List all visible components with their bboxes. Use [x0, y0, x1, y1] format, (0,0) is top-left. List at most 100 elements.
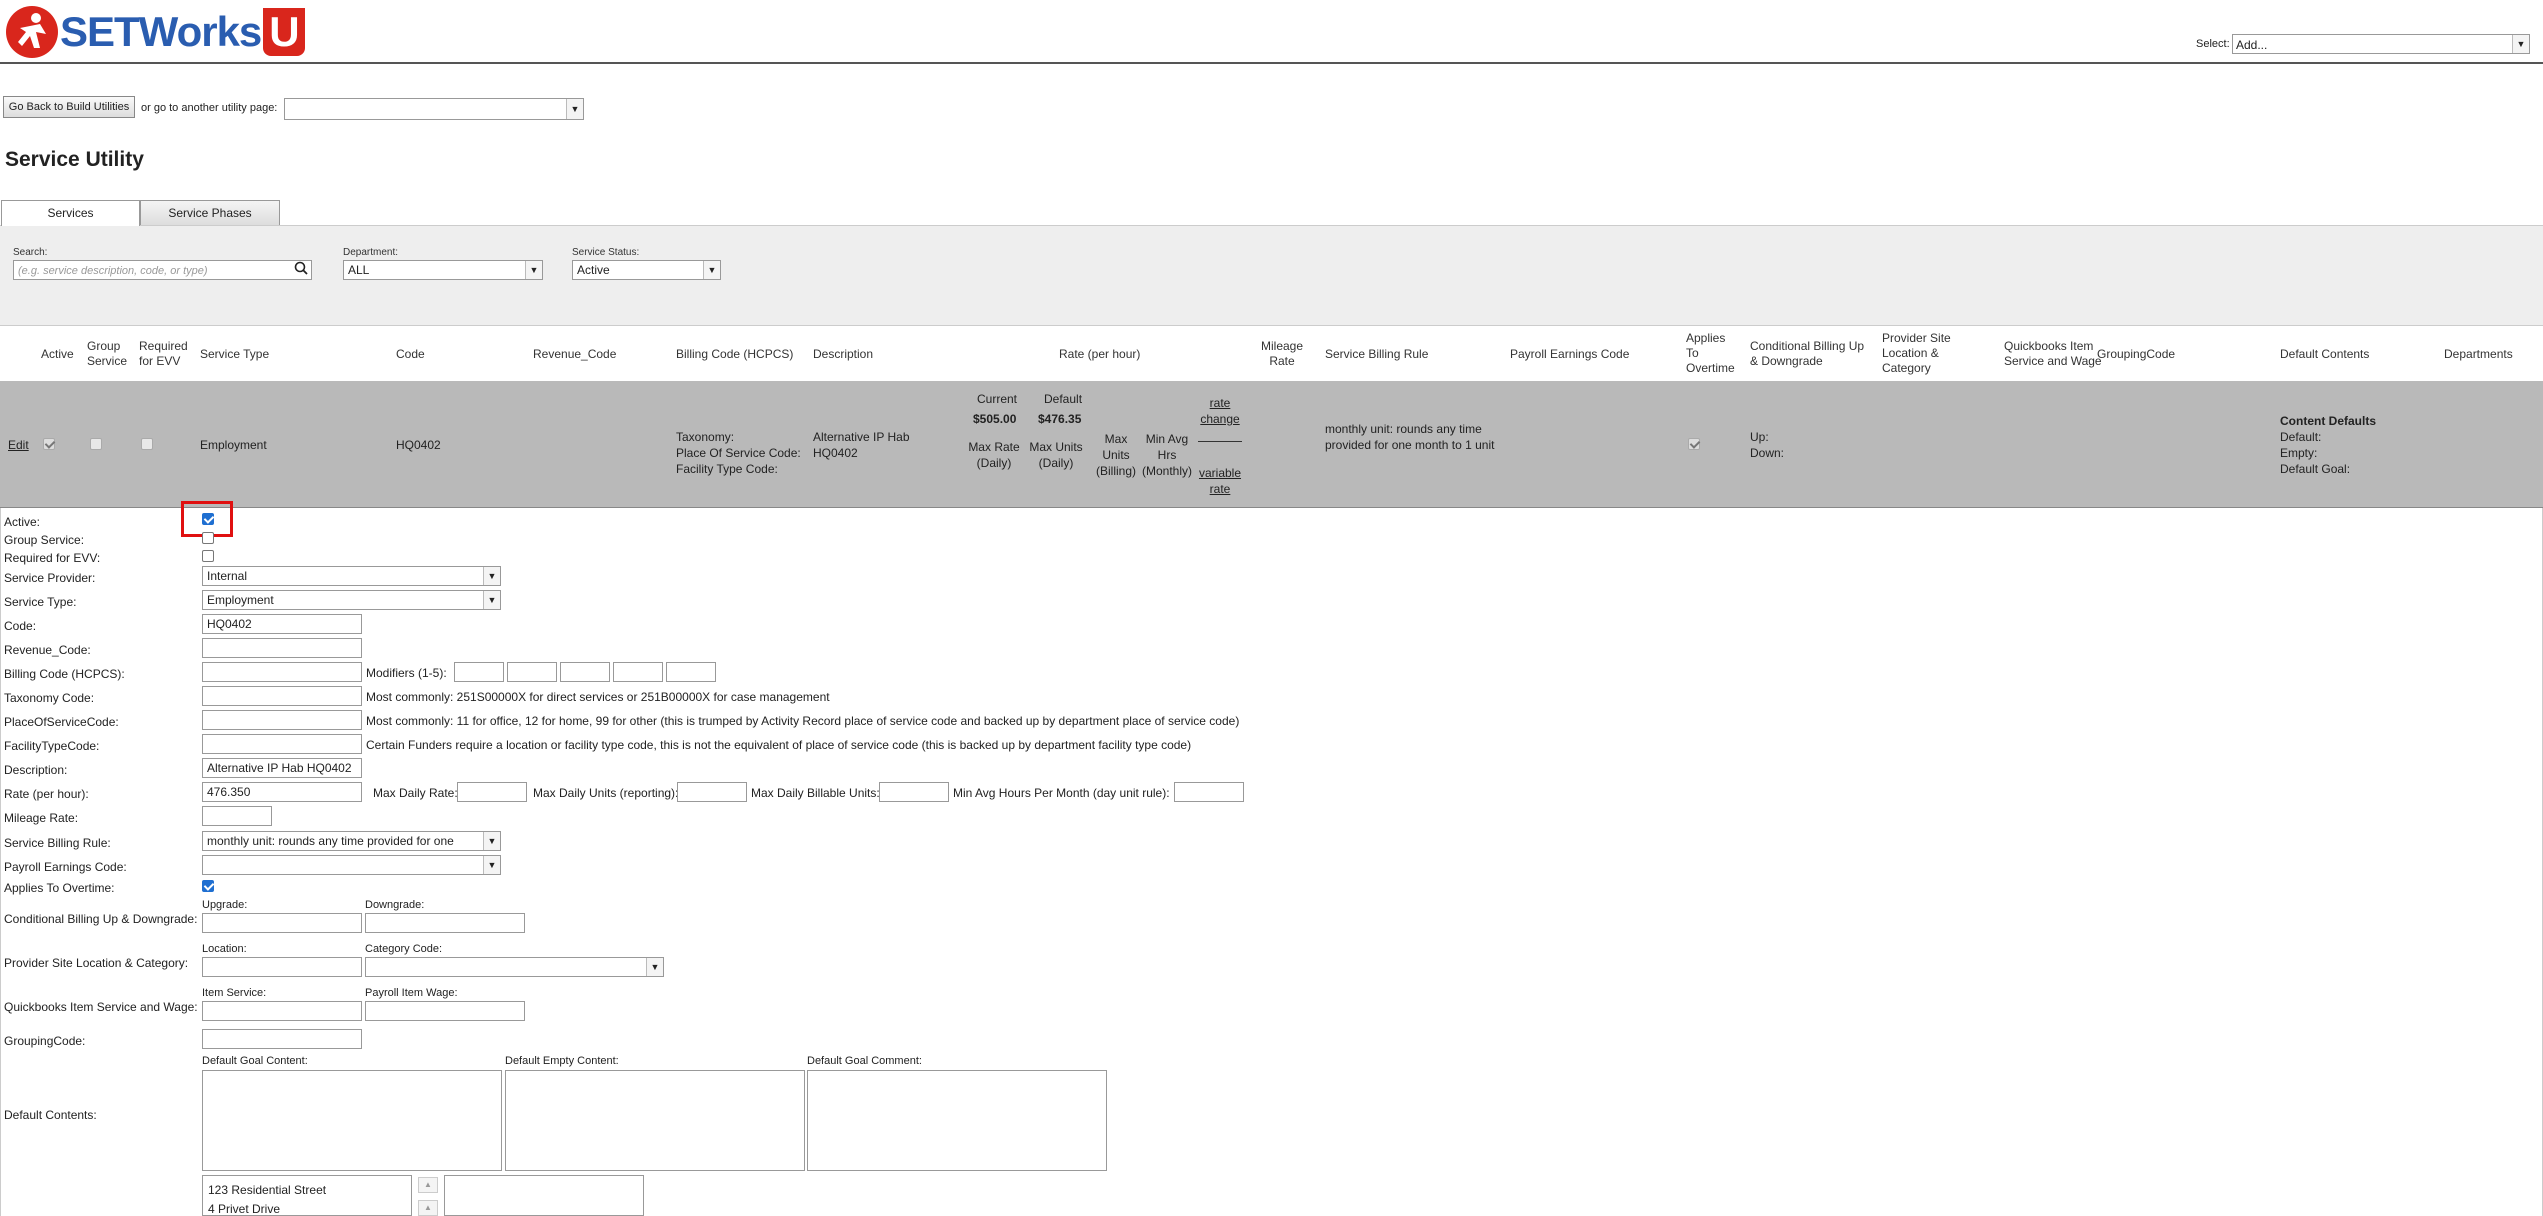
col-billing-rule[interactable]: Service Billing Rule	[1325, 347, 1428, 362]
form-revenue-label: Revenue_Code:	[4, 643, 91, 657]
goal-content-label: Default Goal Content:	[202, 1055, 308, 1067]
category-code-select[interactable]: ▼	[365, 957, 664, 977]
max-daily-billable-input[interactable]	[879, 782, 949, 802]
payroll-wage-input[interactable]	[365, 1001, 525, 1021]
max-rate-daily-label: Max Rate (Daily)	[968, 440, 1020, 470]
form-mileage-label: Mileage Rate:	[4, 811, 79, 825]
modifier-4-input[interactable]	[613, 662, 663, 682]
search-input[interactable]: (e.g. service description, code, or type…	[13, 260, 312, 280]
service-provider-select[interactable]: Internal ▼	[202, 566, 501, 586]
billing-rule-select[interactable]: monthly unit: rounds any time provided f…	[202, 831, 501, 851]
back-to-build-utilities-button[interactable]: Go Back to Build Utilities	[3, 96, 135, 118]
edit-link[interactable]: Edit	[8, 437, 29, 453]
evv-checkbox[interactable]	[202, 550, 214, 562]
form-description-label: Description:	[4, 763, 68, 777]
utility-page-select[interactable]: ▼	[284, 98, 584, 120]
move-down-button[interactable]: ▲	[418, 1200, 438, 1216]
col-service-type[interactable]: Service Type	[200, 347, 269, 362]
form-overtime-label: Applies To Overtime:	[4, 881, 115, 895]
move-up-button[interactable]: ▲	[418, 1177, 438, 1193]
chevron-down-icon: ▼	[703, 261, 720, 279]
col-conditional-billing[interactable]: Conditional Billing Up & Downgrade	[1750, 339, 1874, 369]
min-avg-hours-input[interactable]	[1174, 782, 1244, 802]
row-pos-label: Place Of Service Code:	[676, 446, 801, 460]
tab-services[interactable]: Services	[1, 200, 140, 226]
col-group-service[interactable]: Group Service	[87, 339, 127, 369]
form-provider-label: Service Provider:	[4, 571, 96, 585]
col-provider-site[interactable]: Provider Site Location & Category	[1882, 331, 1962, 376]
add-select[interactable]: Add... ▼	[2232, 34, 2530, 54]
modifier-2-input[interactable]	[507, 662, 557, 682]
overtime-checkbox[interactable]	[202, 880, 214, 892]
rate-default-label: Default	[1044, 392, 1083, 406]
col-applies-overtime[interactable]: Applies To Overtime	[1686, 331, 1738, 376]
col-billing-code[interactable]: Billing Code (HCPCS)	[676, 347, 793, 362]
col-required-evv[interactable]: Required for EVV	[139, 339, 195, 369]
col-payroll-code[interactable]: Payroll Earnings Code	[1510, 347, 1629, 362]
location-input[interactable]	[202, 957, 362, 977]
grouping-code-input[interactable]	[202, 1029, 362, 1049]
service-type-select[interactable]: Employment ▼	[202, 590, 501, 610]
code-input[interactable]: HQ0402	[202, 614, 362, 634]
max-daily-units-label: Max Daily Units (reporting):	[533, 786, 679, 800]
col-mileage-rate[interactable]: Mileage Rate	[1261, 339, 1303, 369]
col-code[interactable]: Code	[396, 347, 425, 362]
col-description[interactable]: Description	[813, 347, 873, 362]
billing-code-input[interactable]	[202, 662, 362, 682]
form-conditional-label: Conditional Billing Up & Downgrade:	[4, 912, 198, 926]
location-label: Location:	[202, 943, 247, 955]
variable-rate-link[interactable]: variable rate	[1196, 465, 1244, 497]
col-grouping-code[interactable]: GroupingCode	[2097, 347, 2175, 362]
goal-content-textarea[interactable]	[202, 1070, 502, 1171]
list-item[interactable]: 4 Privet Drive	[203, 1200, 411, 1215]
col-rate[interactable]: Rate (per hour)	[1059, 347, 1140, 362]
modifier-1-input[interactable]	[454, 662, 504, 682]
group-service-checkbox[interactable]	[202, 532, 214, 544]
place-of-service-input[interactable]	[202, 710, 362, 730]
col-departments[interactable]: Departments	[2444, 347, 2513, 362]
list-item[interactable]: 123 Residential Street	[203, 1176, 411, 1200]
department-label: Department:	[343, 247, 399, 258]
row-up-label: Up:	[1750, 430, 1769, 444]
downgrade-label: Downgrade:	[365, 899, 425, 911]
mileage-rate-input[interactable]	[202, 806, 272, 826]
tab-service-phases[interactable]: Service Phases	[140, 200, 280, 226]
selected-location-list[interactable]	[444, 1175, 644, 1216]
service-status-select[interactable]: Active ▼	[572, 260, 721, 280]
item-service-input[interactable]	[202, 1001, 362, 1021]
col-active[interactable]: Active	[41, 347, 74, 362]
description-input[interactable]: Alternative IP Hab HQ0402	[202, 758, 362, 778]
max-daily-rate-input[interactable]	[457, 782, 527, 802]
max-units-billing-label: Max Units (Billing)	[1095, 432, 1136, 478]
modifier-3-input[interactable]	[560, 662, 610, 682]
goto-label: or go to another utility page:	[141, 102, 278, 114]
modifiers-label: Modifiers (1-5):	[366, 666, 447, 680]
facility-type-input[interactable]	[202, 734, 362, 754]
empty-content-textarea[interactable]	[505, 1070, 805, 1171]
chevron-down-icon: ▼	[646, 958, 663, 976]
col-quickbooks[interactable]: Quickbooks Item Service and Wage	[2004, 339, 2104, 369]
setworks-logo[interactable]: SETWorks U	[6, 6, 305, 58]
max-daily-units-input[interactable]	[677, 782, 747, 802]
content-defaults-title: Content Defaults	[2280, 414, 2376, 428]
rate-change-link[interactable]: rate change	[1196, 395, 1244, 427]
rate-input[interactable]: 476.350	[202, 782, 362, 802]
search-icon[interactable]	[294, 261, 308, 280]
location-list[interactable]: 123 Residential Street 4 Privet Drive	[202, 1175, 412, 1216]
downgrade-input[interactable]	[365, 913, 525, 933]
chevron-down-icon: ▼	[483, 567, 500, 585]
goal-comment-textarea[interactable]	[807, 1070, 1107, 1171]
col-default-contents[interactable]: Default Contents	[2280, 347, 2369, 362]
taxonomy-code-input[interactable]	[202, 686, 362, 706]
form-provider-site-label: Provider Site Location & Category:	[4, 956, 189, 970]
upgrade-input[interactable]	[202, 913, 362, 933]
payroll-earnings-select[interactable]: ▼	[202, 855, 501, 875]
revenue-code-input[interactable]	[202, 638, 362, 658]
chevron-down-icon: ▼	[2512, 35, 2529, 53]
col-revenue-code[interactable]: Revenue_Code	[533, 347, 616, 362]
taxonomy-hint: Most commonly: 251S00000X for direct ser…	[366, 690, 830, 704]
rate-current-label: Current	[977, 392, 1018, 406]
department-select[interactable]: ALL ▼	[343, 260, 543, 280]
modifier-5-input[interactable]	[666, 662, 716, 682]
form-grouping-label: GroupingCode:	[4, 1034, 86, 1048]
